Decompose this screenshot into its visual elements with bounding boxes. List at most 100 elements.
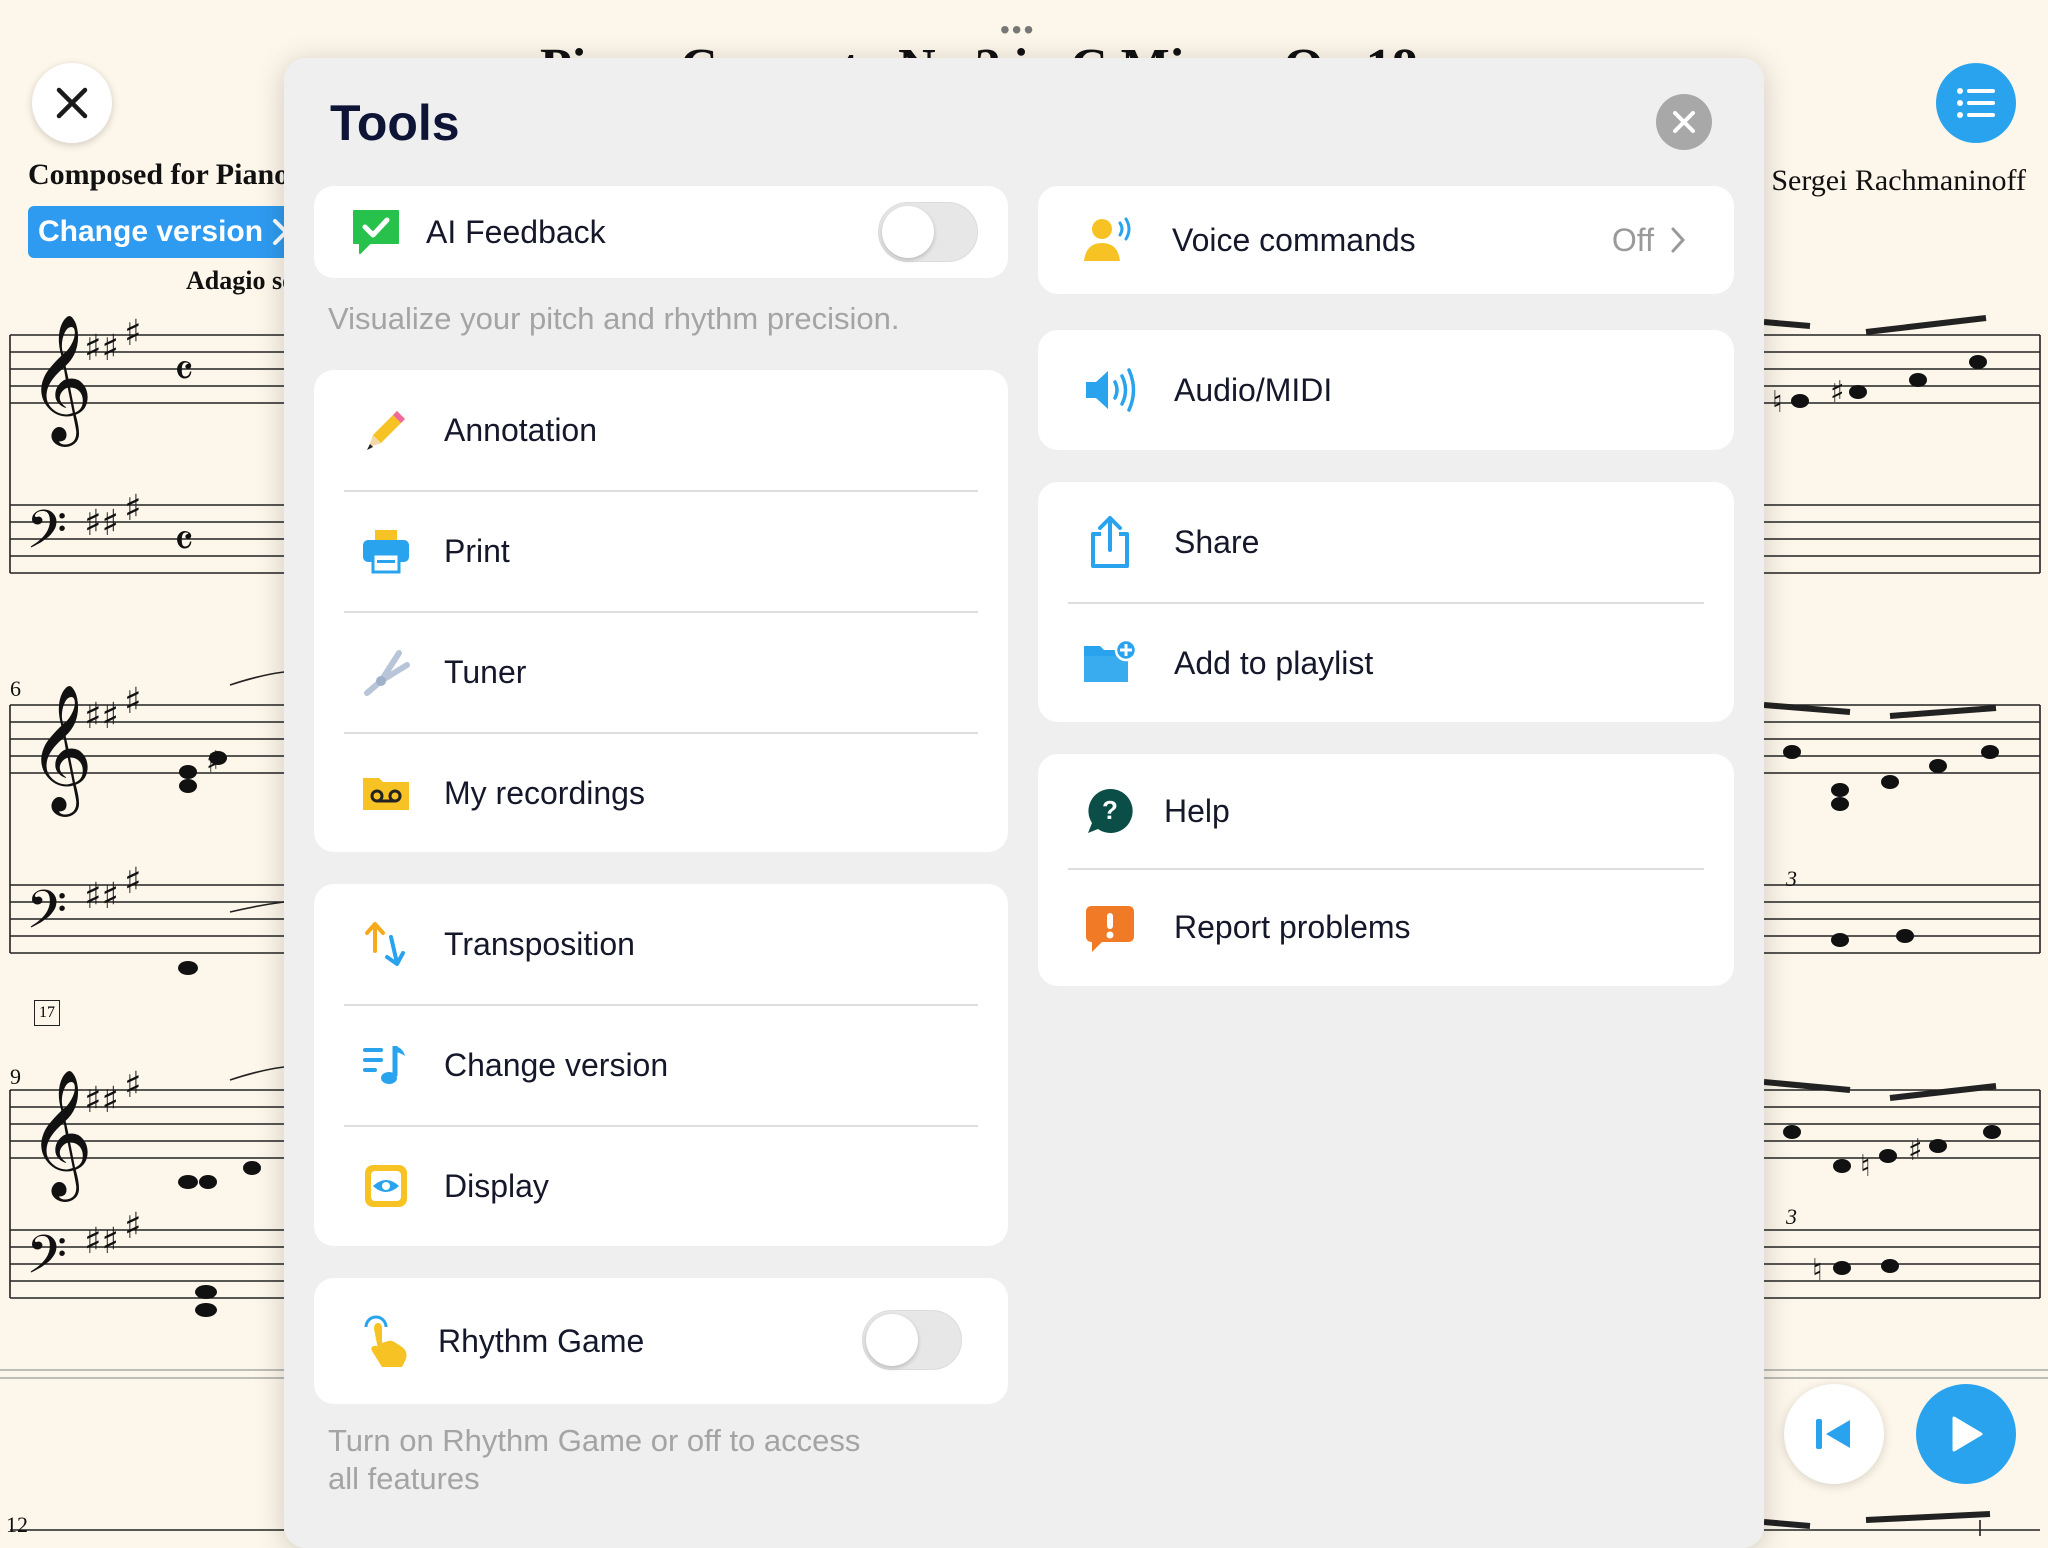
panel-title: Tools (330, 95, 460, 151)
measure-number: 9 (10, 1064, 21, 1089)
svg-text:𝄢: 𝄢 (26, 500, 67, 574)
tool-item-report-problems[interactable]: Report problems (1038, 869, 1734, 986)
svg-text:♯: ♯ (1830, 375, 1845, 410)
voice-commands-status: Off (1612, 222, 1686, 259)
tool-item-label: Annotation (444, 411, 598, 448)
eye-icon (358, 1158, 414, 1214)
tool-item-display[interactable]: Display (314, 1126, 1008, 1246)
svg-text:♯: ♯ (124, 681, 141, 722)
svg-text:?: ? (1102, 795, 1118, 825)
tool-item-label: Display (444, 1167, 549, 1204)
rewind-button[interactable] (1784, 1384, 1884, 1484)
tool-item-label: Report problems (1174, 909, 1411, 945)
score-composer: Sergei Rachmaninoff (1771, 164, 2026, 197)
chevron-right-icon (1671, 227, 1686, 253)
add-folder-icon (1082, 635, 1138, 691)
ai-feedback-hint: Visualize your pitch and rhythm precisio… (328, 301, 900, 336)
tool-item-add-to-playlist[interactable]: Add to playlist (1038, 603, 1734, 723)
svg-text:♯♯: ♯♯ (84, 328, 119, 369)
close-icon (1673, 111, 1695, 133)
svg-text:♯: ♯ (124, 488, 141, 529)
transpose-arrows-icon (358, 916, 414, 972)
play-button[interactable] (1916, 1384, 2016, 1484)
svg-text:♯♯: ♯♯ (84, 696, 119, 737)
voice-commands-value: Off (1611, 221, 1654, 258)
tool-item-annotation[interactable]: Annotation (314, 370, 1008, 490)
voice-commands-label: Voice commands (1172, 221, 1416, 258)
tools-group-main: Annotation Print Tuner My recordings (314, 370, 1008, 852)
tool-item-label: Transposition (444, 925, 635, 962)
rhythm-game-hint: Turn on Rhythm Game or off to access all… (328, 1422, 860, 1498)
svg-text:♯: ♯ (1908, 1133, 1923, 1168)
svg-text:♯: ♯ (124, 861, 141, 902)
score-subtitle: Composed for Piano (28, 158, 290, 191)
audio-midi-card[interactable]: Audio/MIDI (1038, 330, 1734, 450)
close-score-button[interactable] (32, 63, 112, 143)
svg-text:♮: ♮ (1860, 1149, 1871, 1184)
ai-feedback-icon (348, 204, 404, 260)
music-list-icon (358, 1037, 414, 1093)
tools-group-score: Transposition Change version Display (314, 884, 1008, 1246)
rhythm-game-toggle[interactable] (862, 1310, 962, 1370)
list-icon (1957, 88, 1995, 118)
tool-item-label: Share (1174, 523, 1260, 560)
tool-item-transposition[interactable]: Transposition (314, 884, 1008, 1004)
speaker-icon (1082, 362, 1138, 418)
svg-text:♯: ♯ (124, 313, 141, 354)
tool-item-my-recordings[interactable]: My recordings (314, 733, 1008, 853)
toggle-knob (866, 1314, 918, 1366)
triplet-mark: 3 (1786, 866, 1797, 891)
tool-item-label: My recordings (444, 774, 645, 811)
ai-feedback-card: AI Feedback (314, 186, 1008, 278)
change-version-label: Change version (38, 215, 264, 248)
help-group-card: ? Help Report problems (1038, 754, 1734, 986)
svg-text:♯♯: ♯♯ (84, 503, 119, 544)
svg-text:♮: ♮ (1812, 1253, 1823, 1288)
voice-commands-icon (1082, 212, 1138, 268)
rhythm-game-card: Rhythm Game (314, 1278, 1008, 1404)
close-tools-button[interactable] (1656, 94, 1712, 150)
rhythm-game-label: Rhythm Game (438, 1322, 645, 1359)
svg-text:𝄴: 𝄴 (174, 516, 194, 567)
tool-item-print[interactable]: Print (314, 491, 1008, 611)
svg-text:𝄴: 𝄴 (174, 346, 194, 397)
svg-text:♯♯: ♯♯ (84, 876, 119, 917)
toggle-knob (882, 206, 934, 258)
skip-back-icon (1816, 1419, 1850, 1449)
contents-list-button[interactable] (1936, 63, 2016, 143)
change-version-link[interactable]: Change version (28, 206, 304, 258)
cassette-folder-icon (358, 765, 414, 821)
svg-text:♯♯: ♯♯ (84, 1221, 119, 1262)
audio-midi-label: Audio/MIDI (1174, 371, 1333, 408)
ai-feedback-label: AI Feedback (426, 213, 606, 250)
tool-item-tuner[interactable]: Tuner (314, 612, 1008, 732)
svg-text:♯♯: ♯♯ (84, 1080, 119, 1121)
share-icon (1082, 514, 1138, 570)
tap-hand-icon (358, 1313, 414, 1369)
ai-feedback-toggle[interactable] (878, 202, 978, 262)
pencil-icon (358, 402, 414, 458)
hint-line: Turn on Rhythm Game or off to access (328, 1423, 861, 1458)
tool-item-label: Add to playlist (1174, 644, 1374, 681)
svg-text:♯: ♯ (206, 745, 221, 780)
tools-panel: Tools AI Feedback Visualize your pitch a… (284, 58, 1764, 1548)
tool-item-label: Tuner (444, 653, 527, 690)
svg-text:♯: ♯ (124, 1065, 141, 1106)
tool-item-help[interactable]: ? Help (1038, 754, 1734, 868)
rehearsal-mark: 17 (34, 1000, 60, 1026)
share-group-card: Share Add to playlist (1038, 482, 1734, 722)
tool-item-label: Print (444, 532, 510, 569)
voice-commands-card[interactable]: Voice commands Off (1038, 186, 1734, 294)
tuning-fork-icon (358, 644, 414, 700)
play-icon (1952, 1416, 1983, 1452)
close-icon (56, 87, 88, 119)
tool-item-change-version[interactable]: Change version (314, 1005, 1008, 1125)
measure-number: 12 (6, 1512, 28, 1537)
svg-text:♯: ♯ (124, 1206, 141, 1247)
svg-text:♮: ♮ (1772, 385, 1783, 420)
hint-line: all features (328, 1461, 480, 1496)
tool-item-label: Help (1164, 792, 1230, 829)
tool-item-share[interactable]: Share (1038, 482, 1734, 602)
svg-text:𝄢: 𝄢 (26, 880, 67, 954)
tool-item-label: Change version (444, 1046, 669, 1083)
